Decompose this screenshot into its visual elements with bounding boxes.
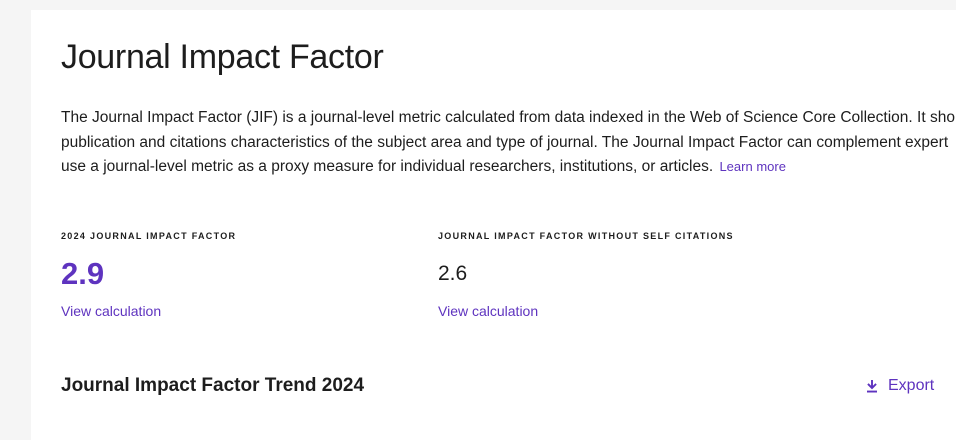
jif-description: The Journal Impact Factor (JIF) is a jou… (61, 106, 956, 180)
description-text: use a journal-level metric as a proxy me… (61, 158, 714, 175)
description-line: use a journal-level metric as a proxy me… (61, 155, 956, 180)
description-line: publication and citations characteristic… (61, 133, 949, 151)
jif-panel: Journal Impact Factor The Journal Impact… (31, 10, 956, 440)
jif-metric: 2024 JOURNAL IMPACT FACTOR 2.9 View calc… (61, 231, 236, 321)
panel-title: Journal Impact Factor (61, 38, 384, 76)
download-icon (866, 379, 878, 393)
jif-no-self-citations-metric: JOURNAL IMPACT FACTOR WITHOUT SELF CITAT… (438, 231, 734, 321)
view-calculation-link[interactable]: View calculation (438, 303, 538, 319)
view-calculation-link[interactable]: View calculation (61, 303, 161, 319)
learn-more-link[interactable]: Learn more (719, 159, 785, 174)
description-line: The Journal Impact Factor (JIF) is a jou… (61, 109, 956, 126)
jif-metric-value: 2.9 (61, 256, 105, 291)
export-label: Export (888, 377, 935, 394)
export-button[interactable]: Export (866, 377, 934, 395)
trend-section-title: Journal Impact Factor Trend 2024 (61, 375, 365, 396)
jif-metric-label: 2024 JOURNAL IMPACT FACTOR (61, 231, 237, 241)
jif-no-self-citations-label: JOURNAL IMPACT FACTOR WITHOUT SELF CITAT… (438, 231, 734, 241)
jif-no-self-citations-value: 2.6 (438, 262, 468, 285)
